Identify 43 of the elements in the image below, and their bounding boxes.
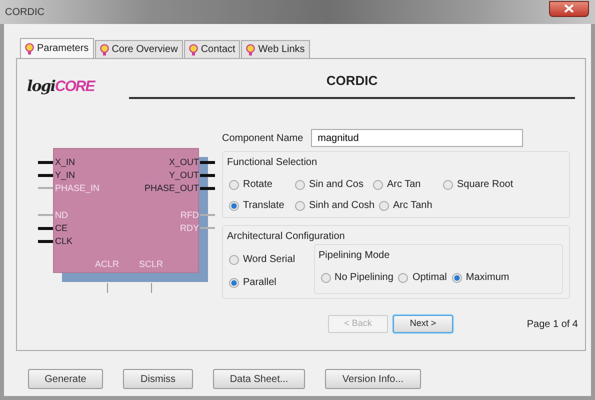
radio-label: Arc Tanh [393,199,432,213]
pin-label: PHASE_OUT [144,183,199,194]
pin-label: SCLR [139,259,164,270]
radio-label: Sinh and Cosh [309,199,375,213]
pin-label: CLK [55,236,73,247]
pin-label: CE [55,223,68,234]
radio-label: Rotate [243,178,272,192]
radio-label: Parallel [243,276,276,290]
tab[interactable]: Core Overview [94,40,183,58]
heading: CORDIC [129,71,575,98]
dialog-button[interactable]: Version Info... [325,369,421,389]
radio-label: Maximum [466,271,510,285]
logo: logiCORE [27,76,96,97]
radio-label: Arc Tan [387,178,421,192]
group-title: Architectural Configuration [227,230,346,244]
pin-label: PHASE_IN [55,183,100,194]
pin-label: X_IN [55,157,76,168]
radio-label: Translate [243,199,284,213]
page-indicator: Page 1 of 4 [526,318,578,332]
radio-label: Word Serial [243,253,296,267]
group-title: Functional Selection [227,156,318,170]
pin-label: ACLR [95,259,120,270]
field-label: Component Name [222,132,304,146]
pin-label: Y_OUT [168,170,199,181]
pin-label: X_OUT [168,157,199,168]
radio-label: No Pipelining [334,271,394,285]
dialog-button[interactable]: Dismiss [123,369,193,389]
pin-label: ND [55,210,68,221]
tab[interactable]: Parameters [20,38,94,58]
tab[interactable]: Contact [184,40,240,58]
radio-label: Square Root [457,178,514,192]
next-button[interactable]: Next > [393,315,453,333]
radio-label: Sin and Cos [309,178,364,192]
name-field[interactable]: magnitud [310,129,523,147]
window-title: CORDIC [5,6,44,20]
pin-label: RFD [180,210,199,221]
dialog-button[interactable]: Data Sheet... [213,369,305,389]
tab[interactable]: Web Links [241,40,310,58]
pin-label: Y_IN [55,170,76,181]
pin-label: RDY [180,223,199,234]
group-title: Pipelining Mode [318,249,391,263]
dialog-button[interactable]: Generate [28,369,103,389]
radio-label: Optimal [412,271,447,285]
